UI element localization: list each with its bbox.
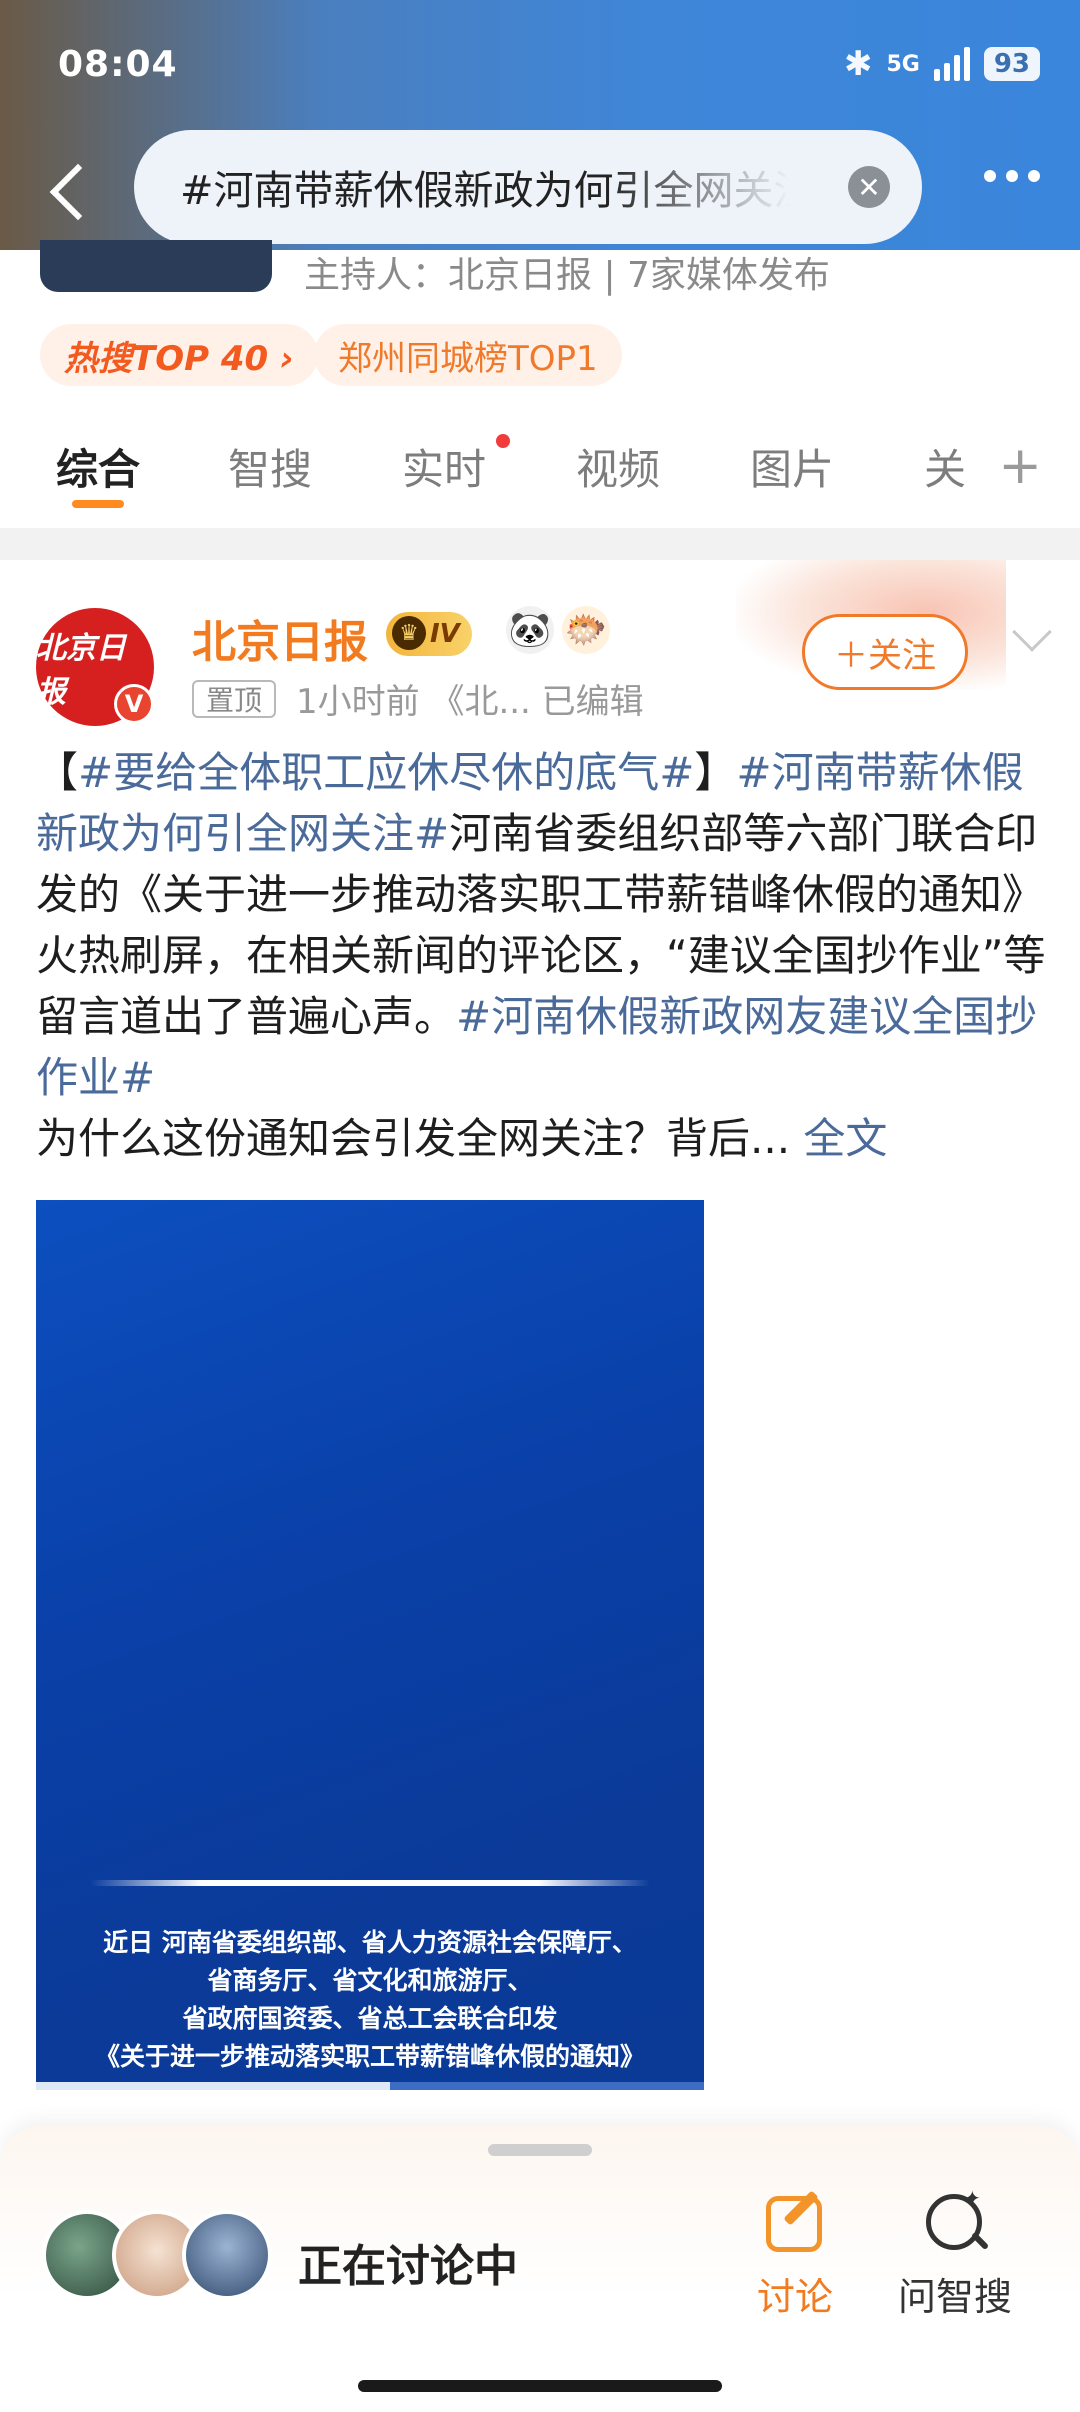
discuss-button[interactable]: 讨论 bbox=[720, 2188, 870, 2321]
crown-icon: ♛ bbox=[392, 616, 426, 650]
tab-smart-search[interactable]: 智搜 bbox=[228, 436, 312, 497]
network-label: 5G bbox=[886, 51, 920, 77]
battery-indicator: 93 bbox=[983, 47, 1040, 81]
post-meta: 1小时前 《北... 已编辑 bbox=[296, 682, 644, 722]
chevron-down-icon[interactable] bbox=[1012, 612, 1052, 652]
tab-video[interactable]: 视频 bbox=[576, 436, 660, 497]
ai-search-icon: ✦ bbox=[920, 2186, 990, 2258]
level-label: IV bbox=[430, 619, 460, 649]
ask-label: 问智搜 bbox=[897, 2275, 1012, 2319]
bluetooth-icon: ✱ bbox=[843, 44, 873, 84]
hot-search-rank-chip[interactable]: 热搜TOP 40 › bbox=[40, 324, 319, 386]
tab-follow[interactable]: 关 bbox=[924, 436, 966, 497]
ask-smart-search-button[interactable]: ✦ 问智搜 bbox=[880, 2186, 1030, 2321]
result-tabs: 综合 智搜 实时 视频 图片 关 + bbox=[0, 418, 1080, 520]
follow-button[interactable]: ＋关注 bbox=[802, 614, 968, 690]
status-icons: ✱ 5G 93 bbox=[844, 44, 1040, 84]
drag-handle[interactable] bbox=[488, 2144, 592, 2156]
active-tab-indicator bbox=[72, 500, 124, 508]
caption-line: 省政府国资委、省总工会联合印发 bbox=[182, 2004, 558, 2033]
topic-host: 主持人：北京日报 | 7家媒体发布 bbox=[304, 255, 830, 296]
author-name[interactable]: 北京日报 bbox=[192, 606, 368, 670]
clear-search-icon[interactable]: ✕ bbox=[848, 166, 890, 208]
signal-icon bbox=[933, 47, 970, 81]
post-text-part: 】 bbox=[694, 748, 737, 797]
search-query: #河南带薪休假新政为何引全网关注# bbox=[180, 168, 790, 214]
image-progress-track bbox=[36, 2082, 704, 2090]
section-divider bbox=[0, 528, 1080, 560]
post-body: 【#要给全体职工应休尽休的底气#】#河南带薪休假新政为何引全网关注#河南省委组织… bbox=[36, 742, 1046, 1169]
full-text-link[interactable]: 全文 bbox=[803, 1114, 887, 1163]
topic-header: 主持人：北京日报 | 7家媒体发布 热搜TOP 40 › 郑州同城榜TOP1 综… bbox=[0, 240, 1080, 520]
caption-line: 《关于进一步推动落实职工带薪错峰休假的通知》 bbox=[94, 2042, 645, 2071]
tab-comprehensive[interactable]: 综合 bbox=[56, 436, 140, 497]
image-light-line bbox=[90, 1880, 650, 1886]
weibo-post: 北京日报 V 北京日报 ♛ IV 🐼 🐡 置顶 1小时前 《北... 已编辑 ＋… bbox=[0, 560, 1080, 2120]
panda-icon: 🐼 bbox=[506, 606, 554, 654]
post-image[interactable]: 近日 河南省委组织部、省人力资源社会保障厅、 省商务厅、省文化和旅游厅、 省政府… bbox=[36, 1200, 704, 2090]
status-time: 08:04 bbox=[58, 44, 178, 85]
participant-avatar bbox=[182, 2210, 272, 2300]
caption-line: 近日 河南省委组织部、省人力资源社会保障厅、 bbox=[103, 1928, 637, 1957]
topic-thumbnail bbox=[40, 240, 272, 292]
participant-avatars[interactable] bbox=[42, 2210, 282, 2302]
search-nav-bar: #河南带薪休假新政为何引全网关注# ✕ bbox=[0, 130, 1080, 250]
realtime-new-dot bbox=[496, 434, 510, 448]
tab-images[interactable]: 图片 bbox=[750, 436, 834, 497]
discuss-label: 讨论 bbox=[756, 2275, 833, 2319]
post-text-tail: 为什么这份通知会引发全网关注？背后... bbox=[36, 1114, 791, 1163]
discussing-label: 正在讨论中 bbox=[298, 2241, 518, 2292]
pufferfish-icon: 🐡 bbox=[562, 606, 610, 654]
status-bar: 08:04 ✱ 5G 93 bbox=[0, 0, 1080, 120]
caption-line: 省商务厅、省文化和旅游厅、 bbox=[207, 1966, 533, 1995]
search-input[interactable]: #河南带薪休假新政为何引全网关注# ✕ bbox=[134, 130, 922, 244]
tab-realtime[interactable]: 实时 bbox=[402, 436, 486, 497]
image-caption: 近日 河南省委组织部、省人力资源社会保障厅、 省商务厅、省文化和旅游厅、 省政府… bbox=[56, 1924, 684, 2076]
bottom-sheet: 正在讨论中 讨论 ✦ 问智搜 bbox=[0, 2126, 1080, 2412]
city-rank-chip[interactable]: 郑州同城榜TOP1 bbox=[314, 324, 622, 386]
verified-icon: V bbox=[114, 684, 154, 724]
home-indicator[interactable] bbox=[358, 2380, 722, 2392]
back-button[interactable] bbox=[40, 154, 100, 224]
pinned-badge: 置顶 bbox=[192, 680, 277, 718]
edit-icon bbox=[760, 2188, 830, 2258]
post-text-part: 【 bbox=[36, 748, 79, 797]
add-tab-icon[interactable]: + bbox=[998, 436, 1042, 496]
more-options-button[interactable] bbox=[984, 170, 1040, 182]
hashtag-link[interactable]: #要给全体职工应休尽休的底气# bbox=[78, 748, 694, 797]
level-badge: ♛ IV bbox=[386, 612, 472, 656]
image-progress-fill bbox=[36, 2082, 391, 2090]
